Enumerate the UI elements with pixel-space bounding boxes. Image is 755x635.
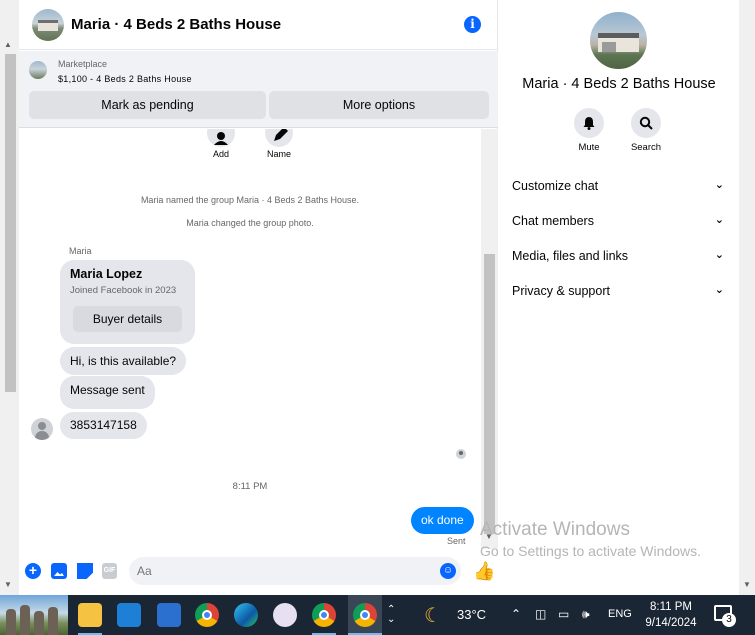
row-label: Customize chat — [512, 179, 599, 193]
notification-count-badge: 3 — [722, 613, 736, 627]
meet-now-icon[interactable]: ◫ — [535, 607, 546, 621]
plus-icon[interactable]: + — [25, 563, 41, 579]
file-explorer-icon[interactable] — [78, 603, 102, 627]
scroll-down-arrow-icon[interactable]: ▼ — [743, 580, 751, 589]
group-avatar[interactable] — [32, 9, 64, 41]
name-group-button[interactable]: Name — [259, 129, 299, 159]
message-scrollbar-thumb[interactable] — [484, 254, 495, 534]
buyer-joined: Joined Facebook in 2023 — [70, 285, 177, 296]
info-icon[interactable]: i — [464, 16, 481, 33]
mark-as-pending-button[interactable]: Mark as pending — [29, 91, 266, 119]
sender-name: Maria — [69, 246, 92, 256]
image-icon[interactable] — [51, 563, 67, 579]
chat-panel: Maria · 4 Beds 2 Baths House i Marketpla… — [19, 0, 498, 595]
sender-avatar[interactable] — [31, 418, 53, 440]
sent-status: Sent — [447, 536, 466, 546]
chat-header: Maria · 4 Beds 2 Baths House i — [19, 0, 498, 50]
row-label: Chat members — [512, 214, 594, 228]
group-photo[interactable] — [590, 12, 647, 69]
message-bubble[interactable]: Hi, is this available? — [60, 347, 187, 375]
seen-avatar — [456, 449, 466, 459]
start-button[interactable] — [0, 595, 68, 635]
mute-label: Mute — [578, 142, 600, 153]
chrome-profile-icon[interactable] — [312, 603, 336, 627]
composer: + GIF ☺ 👍 — [19, 549, 498, 595]
privacy-support-row[interactable]: Privacy & support ⌄ — [512, 284, 724, 298]
show-hidden-icons-icon[interactable]: ⌃ — [511, 607, 521, 621]
activate-windows-watermark: Activate Windows — [480, 519, 630, 540]
clock-date: 9/14/2024 — [645, 617, 697, 629]
buyer-profile-card: Maria Lopez Joined Facebook in 2023 Buye… — [60, 260, 195, 344]
marketplace-label: Marketplace — [58, 59, 108, 69]
chevron-down-icon: ⌄ — [714, 179, 724, 191]
thumbs-up-icon[interactable]: 👍 — [473, 561, 495, 582]
add-label: Add — [212, 149, 229, 159]
moon-weather-icon[interactable]: ☾ — [424, 603, 442, 628]
search-icon — [631, 108, 661, 138]
chat-members-row[interactable]: Chat members ⌄ — [512, 214, 724, 228]
chevron-down-icon: ⌄ — [714, 284, 724, 296]
mail-icon[interactable] — [117, 603, 141, 627]
chevron-down-icon: ⌄ — [714, 214, 724, 226]
buyer-name[interactable]: Maria Lopez — [70, 267, 142, 281]
marketplace-banner: Marketplace $1,100 - 4 Beds 2 Baths Hous… — [19, 51, 498, 128]
add-people-button[interactable]: Add — [201, 129, 241, 159]
chrome-active-icon[interactable] — [353, 603, 377, 627]
volume-icon[interactable]: 🕪 — [582, 607, 590, 622]
message-bubble[interactable]: 3853147158 — [60, 412, 147, 439]
edge-icon[interactable] — [234, 603, 258, 627]
network-icon[interactable]: ▭ — [558, 607, 569, 621]
taskbar-overflow-chevron-icon[interactable]: ⌃ ⌄ — [387, 605, 395, 625]
mute-button[interactable]: Mute — [564, 108, 614, 153]
scroll-up-arrow-icon[interactable]: ▲ — [4, 40, 12, 49]
listing-title[interactable]: $1,100 - 4 Beds 2 Baths House — [58, 74, 192, 84]
system-message: Maria changed the group photo. — [186, 218, 314, 228]
system-message: Maria named the group Maria · 4 Beds 2 B… — [140, 195, 360, 205]
more-options-button[interactable]: More options — [269, 91, 489, 119]
message-list: Add Name Maria named the group Maria · 4… — [19, 129, 481, 549]
search-label: Search — [630, 142, 662, 153]
gif-icon[interactable]: GIF — [102, 563, 117, 579]
sticker-icon[interactable] — [77, 563, 93, 579]
row-label: Media, files and links — [512, 249, 629, 263]
weather-temperature[interactable]: 33°C — [457, 607, 486, 622]
chat-title[interactable]: Maria · 4 Beds 2 Baths House — [71, 16, 281, 33]
buyer-details-button[interactable]: Buyer details — [73, 306, 182, 332]
system-clock[interactable]: 8:11 PM 9/14/2024 — [640, 599, 702, 631]
pencil-icon — [265, 129, 293, 147]
own-message-bubble[interactable]: ok done — [411, 507, 474, 534]
search-button[interactable]: Search — [621, 108, 671, 153]
media-files-links-row[interactable]: Media, files and links ⌄ — [512, 249, 724, 263]
clock-time: 8:11 PM — [650, 601, 692, 613]
row-label: Privacy & support — [512, 284, 610, 298]
input-language[interactable]: ENG — [608, 608, 632, 620]
messenger-window: ▲ ▼ Maria · 4 Beds 2 Baths House i Marke… — [0, 0, 755, 635]
conversation-details-panel: Maria · 4 Beds 2 Baths House Mute Search… — [499, 0, 755, 595]
message-scrollbar[interactable]: ▼ — [481, 129, 498, 549]
bell-icon — [574, 108, 604, 138]
windows-taskbar: ⌃ ⌄ ☾ 33°C ⌃ ◫ ▭ 🕪 ENG 8:11 PM 9/14/2024 … — [0, 595, 755, 635]
customize-chat-row[interactable]: Customize chat ⌄ — [512, 179, 724, 193]
conversation-title: Maria · 4 Beds 2 Baths House — [522, 76, 716, 92]
listing-thumbnail[interactable] — [29, 61, 47, 79]
add-person-icon — [207, 129, 235, 147]
chrome-icon[interactable] — [195, 603, 219, 627]
right-scrollbar[interactable]: ▼ — [739, 0, 755, 595]
message-input[interactable] — [129, 557, 461, 585]
emoji-icon[interactable]: ☺ — [440, 563, 456, 579]
scroll-down-arrow-icon[interactable]: ▼ — [4, 580, 12, 589]
snipping-tool-icon[interactable] — [273, 603, 297, 627]
message-bubble[interactable]: Message sent — [60, 376, 155, 409]
timestamp: 8:11 PM — [232, 481, 268, 492]
store-icon[interactable] — [157, 603, 181, 627]
name-label: Name — [266, 149, 291, 159]
left-scrollbar[interactable]: ▲ ▼ — [0, 0, 19, 595]
left-scrollbar-thumb[interactable] — [5, 54, 16, 392]
chevron-down-icon: ⌄ — [714, 249, 724, 261]
activate-windows-hint: Go to Settings to activate Windows. — [480, 543, 701, 559]
